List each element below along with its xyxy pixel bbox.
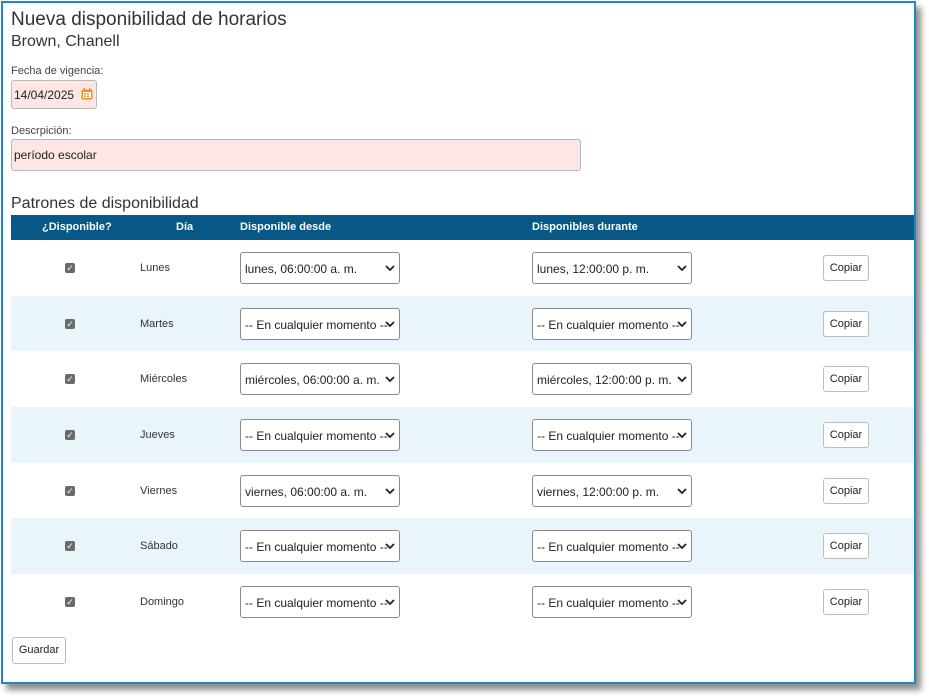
available-checkbox[interactable]: ✓ bbox=[65, 374, 75, 385]
table-row: ✓ Miércoles miércoles, 06:00:00 a. m. mi… bbox=[11, 351, 914, 407]
available-during-value: viernes, 12:00:00 p. m. bbox=[537, 484, 660, 499]
available-from-select[interactable]: -- En cualquier momento -- bbox=[240, 307, 400, 340]
available-during-value: lunes, 12:00:00 p. m. bbox=[537, 262, 650, 276]
available-during-value: -- En cualquier momento -- bbox=[537, 596, 680, 611]
dialog-content: Nueva disponibilidad de horarios Brown, … bbox=[11, 3, 914, 682]
available-during-select[interactable]: lunes, 12:00:00 p. m. bbox=[532, 252, 692, 284]
chevron-down-icon bbox=[385, 376, 395, 383]
copy-button[interactable]: Copiar bbox=[823, 477, 869, 504]
chevron-down-icon bbox=[385, 265, 395, 272]
day-label: Miércoles bbox=[140, 373, 188, 386]
available-from-value: viernes, 06:00:00 a. m. bbox=[245, 484, 368, 499]
available-checkbox[interactable]: ✓ bbox=[65, 597, 75, 608]
available-from-value: -- En cualquier momento -- bbox=[245, 540, 388, 555]
save-button[interactable]: Guardar bbox=[12, 637, 66, 664]
available-during-select[interactable]: -- En cualquier momento -- bbox=[532, 307, 692, 340]
day-label: Lunes bbox=[140, 262, 170, 274]
table-row: ✓ Sábado -- En cualquier momento -- -- E… bbox=[11, 518, 914, 575]
table-row: ✓ Martes -- En cualquier momento -- -- E… bbox=[11, 295, 914, 352]
available-during-select[interactable]: viernes, 12:00:00 p. m. bbox=[532, 474, 692, 507]
available-during-select[interactable]: -- En cualquier momento -- bbox=[532, 530, 692, 563]
table-row: ✓ Viernes viernes, 06:00:00 a. m. vierne… bbox=[11, 463, 914, 519]
day-label: Viernes bbox=[140, 484, 178, 497]
column-header-day: Día bbox=[176, 221, 194, 233]
chevron-down-icon bbox=[677, 488, 687, 495]
column-header-from: Disponible desde bbox=[240, 221, 332, 233]
available-from-select[interactable]: -- En cualquier momento -- bbox=[240, 586, 400, 619]
day-label: Sábado bbox=[140, 540, 178, 553]
chevron-down-icon bbox=[677, 376, 687, 383]
available-during-value: -- En cualquier momento -- bbox=[537, 429, 680, 444]
table-header: ¿Disponible? Día Disponible desde Dispon… bbox=[11, 215, 914, 240]
copy-button[interactable]: Copiar bbox=[823, 533, 869, 560]
column-header-during: Disponibles durante bbox=[532, 221, 638, 233]
chevron-down-icon bbox=[677, 265, 687, 272]
available-from-value: miércoles, 06:00:00 a. m. bbox=[245, 373, 380, 388]
available-from-value: -- En cualquier momento -- bbox=[245, 317, 388, 332]
copy-button[interactable]: Copiar bbox=[823, 310, 869, 337]
available-from-value: -- En cualquier momento -- bbox=[245, 596, 388, 611]
table-row: ✓ Lunes lunes, 06:00:00 a. m. lunes, 12:… bbox=[11, 240, 914, 296]
table-row: ✓ Domingo -- En cualquier momento -- -- … bbox=[11, 574, 914, 630]
copy-button[interactable]: Copiar bbox=[823, 589, 869, 616]
available-from-select[interactable]: lunes, 06:00:00 a. m. bbox=[240, 252, 400, 284]
available-checkbox[interactable]: ✓ bbox=[65, 541, 75, 552]
chevron-down-icon bbox=[385, 543, 395, 550]
copy-button[interactable]: Copiar bbox=[823, 255, 869, 281]
chevron-down-icon bbox=[385, 599, 395, 606]
day-label: Martes bbox=[140, 317, 174, 330]
description-field[interactable] bbox=[11, 139, 581, 171]
available-from-select[interactable]: miércoles, 06:00:00 a. m. bbox=[240, 363, 400, 396]
copy-button[interactable]: Copiar bbox=[823, 422, 869, 449]
available-checkbox[interactable]: ✓ bbox=[65, 263, 75, 273]
available-during-select[interactable]: -- En cualquier momento -- bbox=[532, 586, 692, 619]
available-from-select[interactable]: viernes, 06:00:00 a. m. bbox=[240, 474, 400, 507]
available-from-value: -- En cualquier momento -- bbox=[245, 429, 388, 444]
copy-button[interactable]: Copiar bbox=[823, 366, 869, 393]
date-label: Fecha de vigencia: bbox=[11, 65, 104, 77]
available-during-select[interactable]: miércoles, 12:00:00 p. m. bbox=[532, 363, 692, 396]
page-title: Nueva disponibilidad de horarios bbox=[11, 9, 287, 30]
chevron-down-icon bbox=[677, 543, 687, 550]
effective-date-input[interactable] bbox=[14, 81, 76, 108]
available-checkbox[interactable]: ✓ bbox=[65, 485, 75, 496]
available-during-value: miércoles, 12:00:00 p. m. bbox=[537, 373, 672, 388]
available-during-value: -- En cualquier momento -- bbox=[537, 540, 680, 555]
effective-date-field[interactable] bbox=[11, 80, 97, 109]
available-from-select[interactable]: -- En cualquier momento -- bbox=[240, 419, 400, 452]
chevron-down-icon bbox=[385, 432, 395, 439]
chevron-down-icon bbox=[385, 488, 395, 495]
column-header-available: ¿Disponible? bbox=[42, 221, 112, 233]
chevron-down-icon bbox=[677, 599, 687, 606]
description-label: Descrpición: bbox=[11, 125, 72, 137]
available-from-select[interactable]: -- En cualquier momento -- bbox=[240, 530, 400, 563]
calendar-icon[interactable] bbox=[81, 88, 93, 100]
day-label: Domingo bbox=[140, 596, 185, 609]
available-checkbox[interactable]: ✓ bbox=[65, 318, 75, 329]
table-row: ✓ Jueves -- En cualquier momento -- -- E… bbox=[11, 407, 914, 463]
dialog-frame: Nueva disponibilidad de horarios Brown, … bbox=[1, 1, 916, 684]
available-during-select[interactable]: -- En cualquier momento -- bbox=[532, 419, 692, 452]
available-checkbox[interactable]: ✓ bbox=[65, 430, 75, 441]
chevron-down-icon bbox=[677, 432, 687, 439]
available-from-value: lunes, 06:00:00 a. m. bbox=[245, 262, 358, 276]
section-title: Patrones de disponibilidad bbox=[11, 195, 199, 212]
available-during-value: -- En cualquier momento -- bbox=[537, 317, 680, 332]
chevron-down-icon bbox=[677, 321, 687, 327]
description-input[interactable] bbox=[14, 140, 574, 170]
availability-table: ✓ Lunes lunes, 06:00:00 a. m. lunes, 12:… bbox=[11, 240, 914, 630]
day-label: Jueves bbox=[140, 429, 175, 442]
chevron-down-icon bbox=[385, 321, 395, 327]
employee-name: Brown, Chanell bbox=[11, 33, 120, 50]
